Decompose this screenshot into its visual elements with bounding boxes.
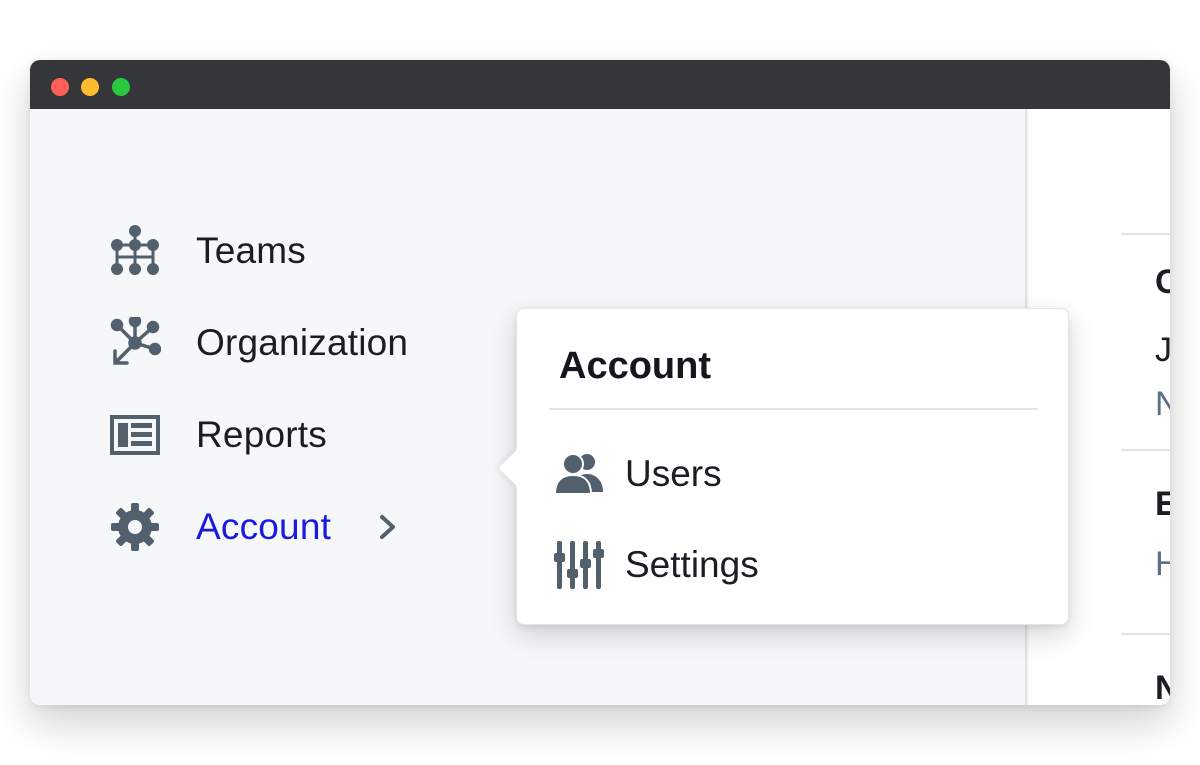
sidebar-item-label: Teams: [196, 230, 306, 271]
title-bar: [30, 60, 1170, 109]
menu-item-users[interactable]: Users: [553, 444, 722, 504]
row-detail: H: [1155, 545, 1170, 583]
network-icon: [108, 316, 162, 370]
sidebar-item-organization[interactable]: Organization: [108, 313, 408, 373]
sliders-icon: [553, 539, 605, 591]
row-title: N: [1155, 669, 1170, 705]
row-detail: N: [1155, 385, 1170, 423]
zoom-window-button[interactable]: [112, 78, 130, 96]
row-title: C: [1155, 263, 1170, 301]
row-divider: [1121, 633, 1170, 635]
row-subtitle: J: [1155, 331, 1170, 369]
hierarchy-icon: [108, 224, 162, 278]
popover-divider: [549, 408, 1038, 410]
popover-title: Account: [559, 345, 711, 387]
sidebar-item-label: Reports: [196, 414, 327, 455]
account-popover-menu: Account Users Settings: [498, 308, 1069, 625]
close-window-button[interactable]: [51, 78, 69, 96]
menu-item-settings[interactable]: Settings: [553, 535, 759, 595]
row-divider: [1121, 449, 1170, 451]
menu-item-label: Settings: [625, 544, 759, 585]
menu-item-label: Users: [625, 453, 722, 494]
sidebar-item-label: Account: [196, 506, 332, 547]
sidebar-item-teams[interactable]: Teams: [108, 221, 306, 281]
row-divider: [1121, 233, 1170, 235]
sidebar-item-account[interactable]: Account: [108, 497, 403, 557]
sidebar-item-label: Organization: [196, 322, 409, 363]
row-title: E: [1155, 485, 1170, 523]
table-icon: [108, 408, 162, 462]
sidebar-item-reports[interactable]: Reports: [108, 405, 327, 465]
users-icon: [553, 448, 605, 500]
gear-icon: [108, 500, 162, 554]
minimize-window-button[interactable]: [81, 78, 99, 96]
chevron-right-icon: [377, 512, 403, 542]
